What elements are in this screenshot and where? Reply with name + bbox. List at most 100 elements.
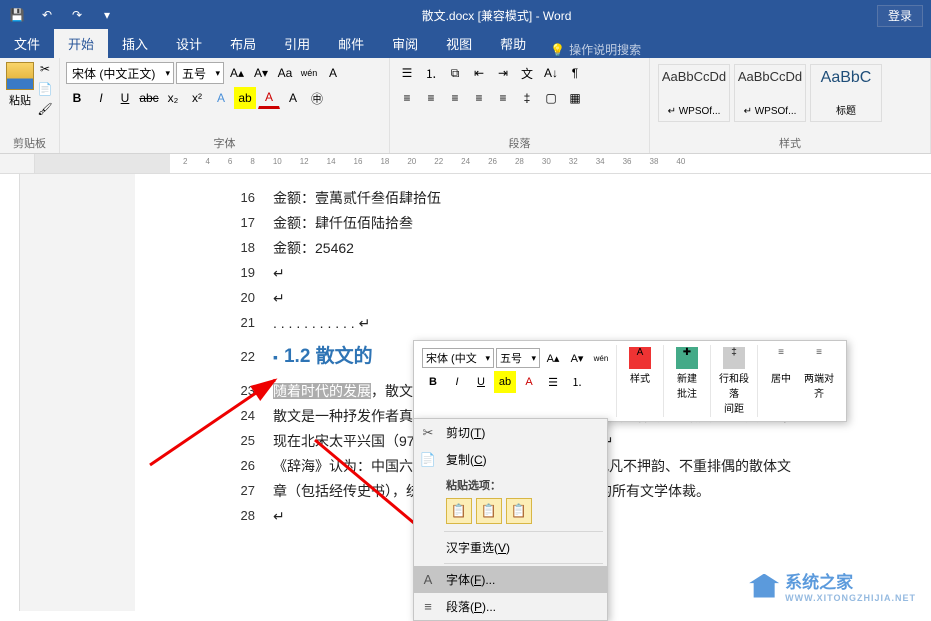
mini-numbering-icon[interactable]: ⒈	[566, 371, 588, 393]
show-marks-icon[interactable]: ¶	[564, 62, 586, 84]
cut-icon[interactable]: ✂	[34, 62, 56, 80]
style-wpsof2[interactable]: AaBbCcDd ↵ WPSOf...	[734, 64, 806, 122]
sort-icon[interactable]: A↓	[540, 62, 562, 84]
font-dialog-icon: A	[420, 572, 436, 588]
paste-text-only[interactable]: 📋	[506, 498, 532, 524]
mini-bold-icon[interactable]: B	[422, 371, 444, 393]
indent-increase-icon[interactable]: ⇥	[492, 62, 514, 84]
paste-button[interactable]: 粘贴	[6, 62, 34, 120]
paste-keep-formatting[interactable]: 📋	[446, 498, 472, 524]
grow-font-icon[interactable]: A▴	[226, 62, 248, 84]
tell-me-search[interactable]: 💡 操作说明搜索	[550, 41, 641, 58]
cm-hanzi-reselect[interactable]: 汉字重选(V)	[414, 534, 607, 561]
tab-review[interactable]: 审阅	[378, 29, 432, 58]
cm-paragraph[interactable]: ≡ 段落(P)...	[414, 593, 607, 620]
tab-home[interactable]: 开始	[54, 29, 108, 58]
tab-insert[interactable]: 插入	[108, 29, 162, 58]
line-text[interactable]: 金额：25462	[273, 237, 905, 259]
bullets-icon[interactable]: ☰	[396, 62, 418, 84]
format-painter-icon[interactable]: 🖌	[34, 102, 56, 120]
tab-mailings[interactable]: 邮件	[324, 29, 378, 58]
undo-icon[interactable]: ↶	[36, 4, 58, 26]
doc-line[interactable]: 19↵	[135, 262, 905, 284]
tab-view[interactable]: 视图	[432, 29, 486, 58]
enclose-char-icon[interactable]: ㊥	[306, 87, 328, 109]
doc-line[interactable]: 16金额：壹萬贰仟叁佰肆拾伍	[135, 187, 905, 209]
char-shading-icon[interactable]: A	[282, 87, 304, 109]
borders-icon[interactable]: ▦	[564, 87, 586, 109]
text-direction-icon[interactable]: 文	[516, 62, 538, 84]
doc-line[interactable]: 18金额：25462	[135, 237, 905, 259]
phonetic-icon[interactable]: wén	[298, 62, 320, 84]
paste-merge[interactable]: 📋	[476, 498, 502, 524]
house-icon	[749, 574, 779, 598]
tab-layout[interactable]: 布局	[216, 29, 270, 58]
indent-decrease-icon[interactable]: ⇤	[468, 62, 490, 84]
mini-underline-icon[interactable]: U	[470, 371, 492, 393]
copy-icon[interactable]: 📄	[34, 82, 56, 100]
italic-button[interactable]: I	[90, 87, 112, 109]
mini-phonetic-icon[interactable]: wén	[590, 347, 612, 369]
superscript-button[interactable]: x²	[186, 87, 208, 109]
mini-shrink-icon[interactable]: A▾	[566, 347, 588, 369]
bold-button[interactable]: B	[66, 87, 88, 109]
mini-grow-icon[interactable]: A▴	[542, 347, 564, 369]
mini-size-select[interactable]: 五号▾	[496, 348, 540, 368]
change-case-icon[interactable]: Aa	[274, 62, 296, 84]
align-left-icon[interactable]: ≡	[396, 87, 418, 109]
vertical-ruler[interactable]	[0, 174, 20, 611]
mini-new-comment-button[interactable]: ✚ 新建 批注	[668, 345, 706, 402]
justify-icon[interactable]: ≡	[468, 87, 490, 109]
line-number: 20	[135, 287, 273, 309]
qat-more-icon[interactable]: ▾	[96, 4, 118, 26]
mini-italic-icon[interactable]: I	[446, 371, 468, 393]
cm-cut[interactable]: ✂ 剪切(T)	[414, 419, 607, 446]
redo-icon[interactable]: ↷	[66, 4, 88, 26]
text-effects-icon[interactable]: A	[210, 87, 232, 109]
tab-help[interactable]: 帮助	[486, 29, 540, 58]
mini-styles-button[interactable]: A 样式	[621, 345, 659, 387]
tab-file[interactable]: 文件	[0, 29, 54, 58]
doc-line[interactable]: 21. . . . . . . . . . . ↵	[135, 312, 905, 334]
multilevel-icon[interactable]: ⧉	[444, 62, 466, 84]
mini-spacing-button[interactable]: ‡ 行和段落 间距	[715, 345, 753, 417]
line-spacing-icon[interactable]: ‡	[516, 87, 538, 109]
cm-font[interactable]: A 字体(F)...	[414, 566, 607, 593]
shrink-font-icon[interactable]: A▾	[250, 62, 272, 84]
line-number: 19	[135, 262, 273, 284]
mini-bullets-icon[interactable]: ☰	[542, 371, 564, 393]
tab-references[interactable]: 引用	[270, 29, 324, 58]
shading-icon[interactable]: ▢	[540, 87, 562, 109]
mini-highlight-icon[interactable]: ab	[494, 371, 516, 393]
style-wpsof1[interactable]: AaBbCcDd ↵ WPSOf...	[658, 64, 730, 122]
font-size-select[interactable]: 五号▾	[176, 62, 224, 84]
font-name-select[interactable]: 宋体 (中文正文)▾	[66, 62, 174, 84]
font-color-icon[interactable]: A	[258, 87, 280, 109]
mini-font-select[interactable]: 宋体 (中文▾	[422, 348, 494, 368]
line-text[interactable]: ↵	[273, 287, 905, 309]
distribute-icon[interactable]: ≡	[492, 87, 514, 109]
doc-line[interactable]: 20↵	[135, 287, 905, 309]
mini-fontcolor-icon[interactable]: A	[518, 371, 540, 393]
align-right-icon[interactable]: ≡	[444, 87, 466, 109]
line-text[interactable]: . . . . . . . . . . . ↵	[273, 312, 905, 334]
subscript-button[interactable]: x₂	[162, 87, 184, 109]
doc-line[interactable]: 17金额：肆仟伍佰陆拾叁	[135, 212, 905, 234]
horizontal-ruler[interactable]: 246810121416182022242628303234363840	[35, 154, 931, 173]
line-text[interactable]: ↵	[273, 262, 905, 284]
style-title[interactable]: AaBbC 标题	[810, 64, 882, 122]
numbering-icon[interactable]: ⒈	[420, 62, 442, 84]
char-border-icon[interactable]: A	[322, 62, 344, 84]
line-text[interactable]: 金额：肆仟伍佰陆拾叁	[273, 212, 905, 234]
line-text[interactable]: 金额：壹萬贰仟叁佰肆拾伍	[273, 187, 905, 209]
cm-copy[interactable]: 📄 复制(C)	[414, 446, 607, 473]
login-button[interactable]: 登录	[877, 5, 923, 27]
tab-design[interactable]: 设计	[162, 29, 216, 58]
underline-button[interactable]: U	[114, 87, 136, 109]
align-center-icon[interactable]: ≡	[420, 87, 442, 109]
strike-button[interactable]: abc	[138, 87, 160, 109]
save-icon[interactable]: 💾	[6, 4, 28, 26]
mini-center-button[interactable]: ≡ 居中	[762, 345, 800, 417]
mini-justify-button[interactable]: ≡ 两端对齐	[800, 345, 838, 417]
highlight-icon[interactable]: ab	[234, 87, 256, 109]
